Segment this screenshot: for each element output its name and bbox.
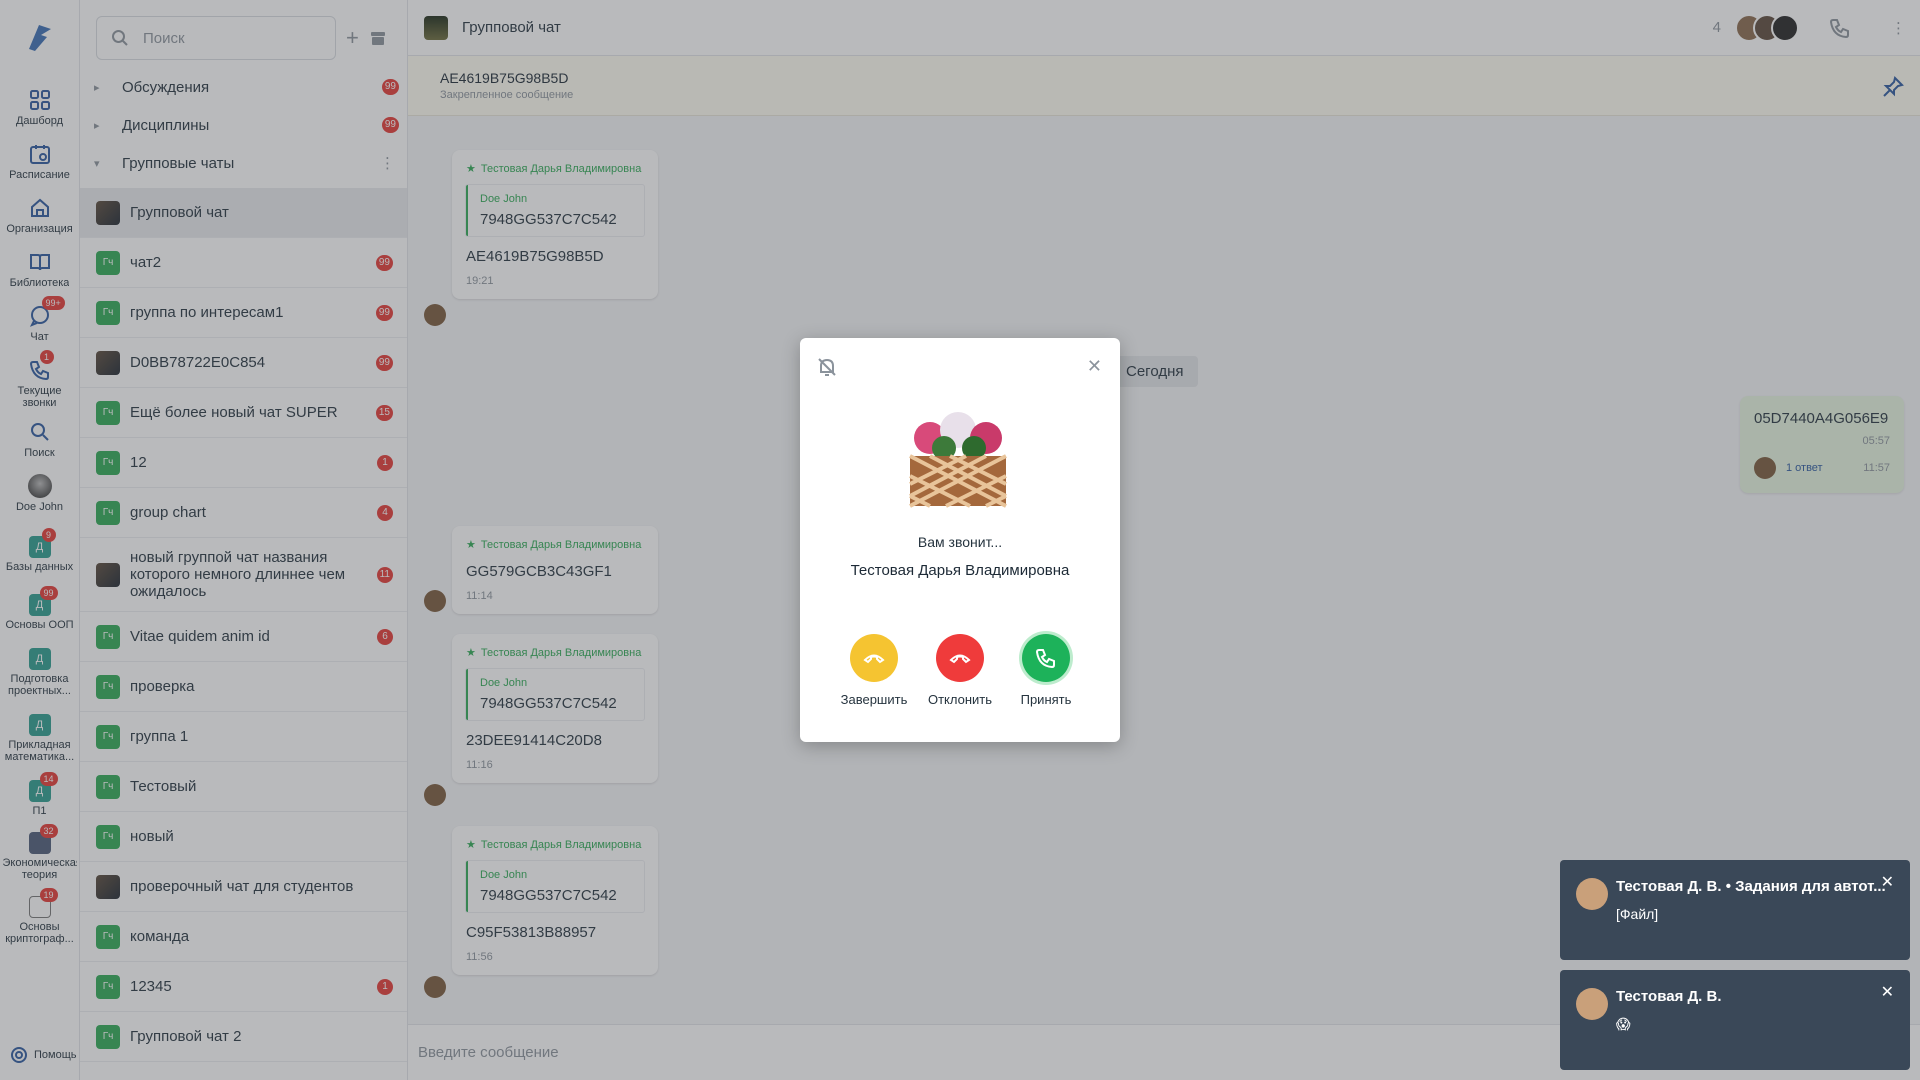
toast-body: [Файл]	[1616, 906, 1659, 922]
decline-call-button[interactable]: Отклонить	[920, 634, 1000, 707]
incoming-call-dialog: ✕ Вам звонит... Тестовая Дарья Владимиро…	[800, 338, 1120, 742]
notification-toast[interactable]: Тестовая Д. В. 😱 ✕	[1560, 970, 1910, 1070]
end-call-label: Завершить	[840, 692, 908, 707]
bell-off-icon[interactable]	[816, 356, 838, 378]
avatar	[1576, 988, 1608, 1020]
caller-name: Тестовая Дарья Владимировна	[850, 562, 1070, 579]
notification-toast[interactable]: Тестовая Д. В. • Задания для автот... [Ф…	[1560, 860, 1910, 960]
toast-title: Тестовая Д. В. • Задания для автот...	[1616, 878, 1886, 895]
phone-icon	[1022, 634, 1070, 682]
close-icon[interactable]: ✕	[1087, 356, 1102, 377]
caller-avatar	[909, 412, 1007, 508]
app-root: Дашборд Расписание Организация Библиотек…	[0, 0, 1920, 1080]
close-icon[interactable]: ✕	[1881, 982, 1894, 1002]
hangup-icon	[936, 634, 984, 682]
hangup-icon	[850, 634, 898, 682]
end-call-button[interactable]: Завершить	[834, 634, 914, 707]
toast-body: 😱	[1616, 1016, 1631, 1032]
accept-call-label: Принять	[1020, 692, 1072, 707]
close-icon[interactable]: ✕	[1881, 872, 1894, 892]
avatar	[1576, 878, 1608, 910]
decline-call-label: Отклонить	[927, 692, 993, 707]
calling-text: Вам звонит...	[917, 534, 1003, 550]
accept-call-button[interactable]: Принять	[1006, 634, 1086, 707]
toast-title: Тестовая Д. В.	[1616, 988, 1722, 1005]
